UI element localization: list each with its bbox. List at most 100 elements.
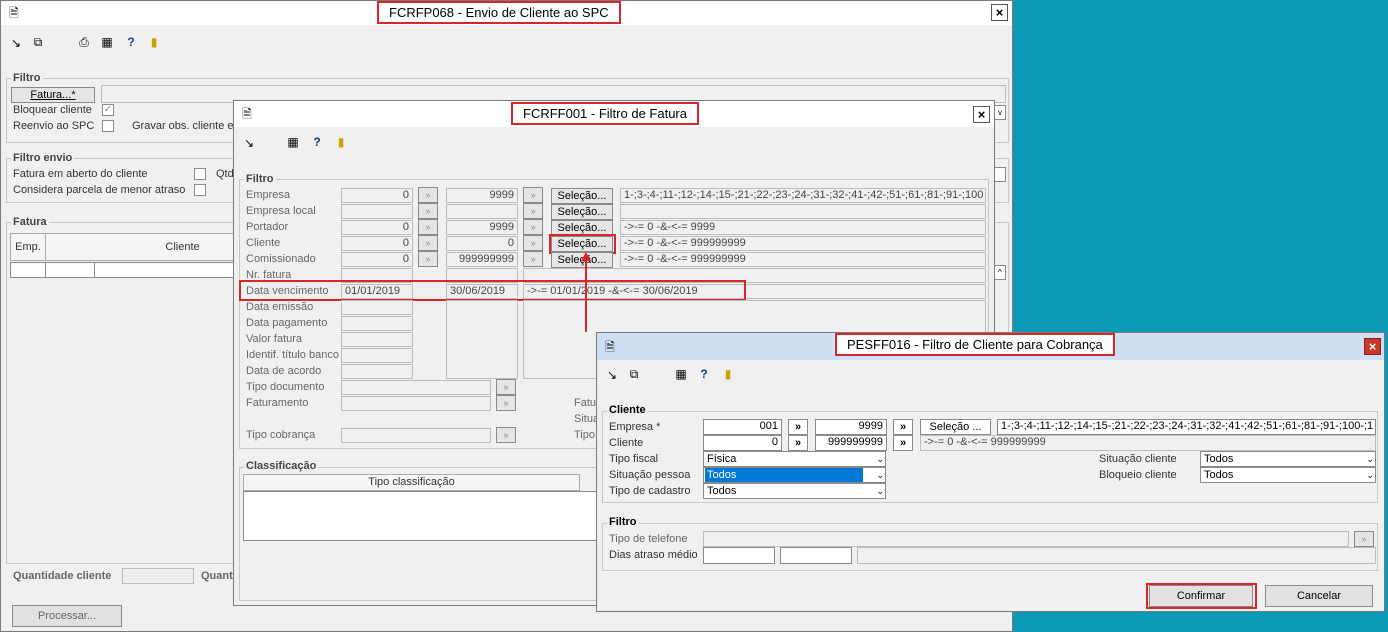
comissionado-to-button[interactable]: » bbox=[523, 251, 543, 267]
comissionado-from-button[interactable]: » bbox=[418, 251, 438, 267]
confirmar-button[interactable]: Confirmar bbox=[1149, 585, 1253, 607]
empresa-from-field[interactable]: 001 bbox=[703, 419, 782, 435]
portador-from-field[interactable]: 0 bbox=[341, 220, 413, 235]
data-vencimento-from-field[interactable]: 01/01/2019 bbox=[341, 284, 413, 299]
portador-to-field[interactable]: 9999 bbox=[446, 220, 518, 235]
exit-icon[interactable]: ▮ bbox=[334, 135, 348, 149]
tipo-documento-button[interactable]: » bbox=[496, 379, 516, 395]
copy-icon[interactable]: ⧉ bbox=[627, 367, 641, 381]
valor-fatura-from-field[interactable] bbox=[341, 332, 413, 347]
empresa-local-to-field[interactable] bbox=[446, 204, 518, 219]
cliente-from-field[interactable]: 0 bbox=[341, 236, 413, 251]
classificacao-table[interactable] bbox=[243, 491, 600, 541]
portador-selecao-button[interactable]: Seleção... bbox=[551, 220, 613, 236]
faturamento-field[interactable] bbox=[341, 396, 491, 411]
empresa-to-field[interactable]: 9999 bbox=[815, 419, 887, 435]
calculator-icon[interactable]: ▦ bbox=[286, 135, 300, 149]
qtd-field-right[interactable] bbox=[994, 167, 1006, 182]
empresa-local-from-field[interactable] bbox=[341, 204, 413, 219]
tipo-cobranca-button[interactable]: » bbox=[496, 427, 516, 443]
empresa-to-arrow-button[interactable]: » bbox=[893, 419, 913, 435]
export-icon[interactable]: ↘ bbox=[242, 136, 256, 150]
calculator-icon[interactable]: ▦ bbox=[100, 35, 114, 49]
exit-icon[interactable]: ▮ bbox=[147, 35, 161, 49]
help-icon[interactable]: ? bbox=[124, 35, 138, 49]
processar-button[interactable]: Processar... bbox=[12, 605, 122, 627]
portador-to-button[interactable]: » bbox=[523, 219, 543, 235]
comissionado-from-field[interactable]: 0 bbox=[341, 252, 413, 267]
print-icon[interactable]: ⎙ bbox=[77, 35, 91, 49]
situacao-cliente-value: Todos bbox=[1204, 453, 1234, 465]
fatura-group-label: Fatura bbox=[11, 216, 49, 228]
cliente-to-field[interactable]: 999999999 bbox=[815, 435, 887, 451]
empresa-selecao-button[interactable]: Seleção ... bbox=[920, 419, 991, 435]
data-vencimento-to-field[interactable]: 30/06/2019 bbox=[446, 284, 518, 299]
empresa-from-arrow-button[interactable]: » bbox=[788, 419, 808, 435]
portador-from-button[interactable]: » bbox=[418, 219, 438, 235]
data-acordo-from-field[interactable] bbox=[341, 364, 413, 379]
situacao-pessoa-select[interactable]: Todos ⌄ bbox=[703, 467, 886, 483]
cliente-to-button[interactable]: » bbox=[523, 235, 543, 251]
cliente-close-button[interactable]: × bbox=[1364, 338, 1381, 355]
help-icon[interactable]: ? bbox=[310, 135, 324, 149]
export-icon[interactable]: ↘ bbox=[605, 368, 619, 382]
cliente-from-field[interactable]: 0 bbox=[703, 435, 782, 451]
empresa-to-field[interactable]: 9999 bbox=[446, 188, 518, 203]
cliente-from-arrow-button[interactable]: » bbox=[788, 435, 808, 451]
tipo-cadastro-select[interactable]: Todos ⌄ bbox=[703, 483, 886, 499]
tipo-documento-field[interactable] bbox=[341, 380, 491, 395]
main-close-button[interactable]: × bbox=[991, 4, 1008, 21]
dias-atraso-selection-text bbox=[857, 547, 1376, 564]
reenvio-spc-checkbox[interactable] bbox=[102, 120, 114, 132]
bloquear-cliente-checkbox[interactable]: ✓ bbox=[102, 104, 114, 116]
empresa-selecao-button[interactable]: Seleção... bbox=[551, 188, 613, 204]
data-pagamento-from-field[interactable] bbox=[341, 316, 413, 331]
tipo-fiscal-select[interactable]: Física ⌄ bbox=[703, 451, 886, 467]
cliente-from-button[interactable]: » bbox=[418, 235, 438, 251]
tipo-fiscal-value: Física bbox=[707, 453, 737, 465]
cancelar-button[interactable]: Cancelar bbox=[1265, 585, 1373, 607]
tipo-classificacao-header[interactable]: Tipo classificação bbox=[243, 474, 580, 491]
bloqueio-cliente-select[interactable]: Todos ⌄ bbox=[1200, 467, 1376, 483]
empresa-local-to-button[interactable]: » bbox=[523, 203, 543, 219]
calculator-icon[interactable]: ▦ bbox=[674, 367, 688, 381]
identif-titulo-from-field[interactable] bbox=[341, 348, 413, 363]
fatura-close-button[interactable]: × bbox=[973, 106, 990, 123]
tipo-telefone-button[interactable]: » bbox=[1354, 531, 1374, 547]
scroll-up-button[interactable]: ^ bbox=[994, 265, 1006, 280]
dias-atraso-to-field[interactable] bbox=[780, 547, 852, 564]
parcela-menor-atraso-checkbox[interactable] bbox=[194, 184, 206, 196]
cliente-to-arrow-button[interactable]: » bbox=[893, 435, 913, 451]
dias-atraso-from-field[interactable] bbox=[703, 547, 775, 564]
help-icon[interactable]: ? bbox=[697, 367, 711, 381]
faturamento-button[interactable]: » bbox=[496, 395, 516, 411]
export-icon[interactable]: ↘ bbox=[9, 36, 23, 50]
col-emp-header[interactable]: Emp. bbox=[10, 233, 46, 261]
fatura-aberto-checkbox[interactable] bbox=[194, 168, 206, 180]
table-row[interactable] bbox=[45, 262, 95, 278]
tipo-cadastro-label: Tipo de cadastro bbox=[609, 485, 691, 497]
copy-icon[interactable]: ⧉ bbox=[31, 35, 45, 49]
main-titlebar: 🗎 FCRFP068 - Envio de Cliente ao SPC × bbox=[1, 1, 1012, 25]
empresa-from-button[interactable]: » bbox=[418, 187, 438, 203]
empresa-from-field[interactable]: 0 bbox=[341, 188, 413, 203]
situacao-cliente-select[interactable]: Todos ⌄ bbox=[1200, 451, 1376, 467]
data-pagamento-label: Data pagamento bbox=[246, 317, 328, 329]
nr-fatura-to-field[interactable] bbox=[446, 268, 518, 283]
empresa-local-from-button[interactable]: » bbox=[418, 203, 438, 219]
exit-icon[interactable]: ▮ bbox=[721, 367, 735, 381]
tipo-cobranca-field[interactable] bbox=[341, 428, 491, 443]
tipo-label: Tipo bbox=[574, 429, 595, 441]
tipo-telefone-field[interactable] bbox=[703, 531, 1349, 547]
comissionado-to-field[interactable]: 999999999 bbox=[446, 252, 518, 267]
situacao-pessoa-label: Situação pessoa bbox=[609, 469, 691, 481]
table-row[interactable] bbox=[10, 262, 46, 278]
empresa-local-selecao-button[interactable]: Seleção... bbox=[551, 204, 613, 220]
cliente-selecao-button[interactable]: Seleção... bbox=[551, 236, 613, 252]
cliente-to-field[interactable]: 0 bbox=[446, 236, 518, 251]
table-row[interactable] bbox=[94, 262, 244, 278]
nr-fatura-from-field[interactable] bbox=[341, 268, 413, 283]
fatura-button[interactable]: Fatura...* bbox=[11, 87, 95, 103]
empresa-to-button[interactable]: » bbox=[523, 187, 543, 203]
data-emissao-from-field[interactable] bbox=[341, 300, 413, 315]
